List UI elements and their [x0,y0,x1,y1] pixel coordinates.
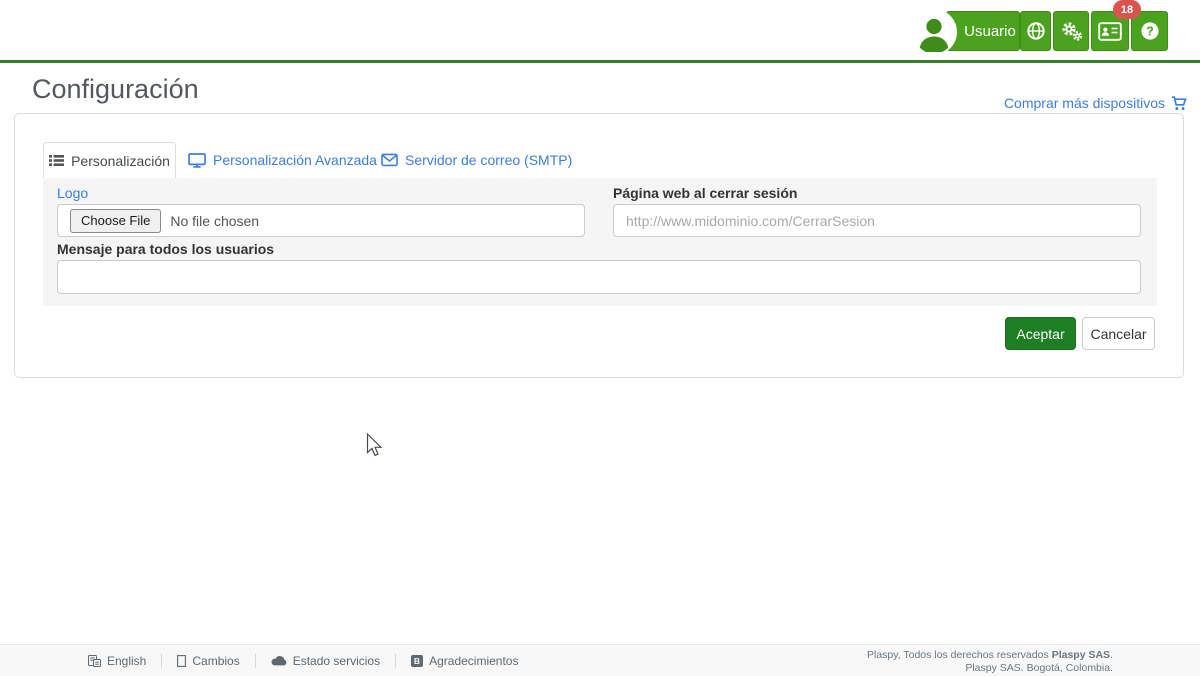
credits-badge-icon: B [411,654,424,667]
shopping-cart-icon [1171,95,1187,111]
footer-link-changes[interactable]: Cambios [177,653,240,668]
svg-text:?: ? [1146,24,1154,38]
box-glyph-icon [177,654,187,667]
notification-count: 18 [1120,3,1134,16]
tab-advanced-personalization[interactable]: Personalización Avanzada [188,142,377,178]
footer-copyright: Plaspy, Todos los derechos reservados Pla… [867,649,1113,674]
tab-personalization[interactable]: Personalización [43,142,176,178]
footer-divider [161,653,163,668]
notification-badge[interactable]: 18 [1113,0,1141,19]
id-card-icon [1098,21,1122,41]
footer-language-label: English [107,653,147,668]
logout-url-input[interactable] [613,204,1141,237]
configuration-page: Usuario ? 18 Configuración Comprar más d… [0,0,1200,676]
footer-changes-label: Cambios [192,653,240,668]
logo-file-input[interactable]: Choose File No file chosen [57,204,585,237]
cancel-label: Cancelar [1090,325,1147,342]
avatar[interactable] [911,9,957,55]
tab-smtp-server[interactable]: Servidor de correo (SMTP) [381,142,572,178]
copyright-prefix: Plaspy, Todos los derechos reservados [866,649,1049,661]
personalization-pane: Logo Choose File No file chosen Página w… [43,178,1157,306]
logo-label[interactable]: Logo [57,185,88,201]
copyright-company: Plaspy SAS [1051,649,1111,661]
buy-devices-link[interactable]: Comprar más dispositivos [1004,95,1187,111]
tab-advanced-label: Personalización Avanzada [213,152,377,168]
svg-text:B: B [414,656,420,666]
cloud-icon [271,655,287,666]
question-icon: ? [1140,21,1160,41]
list-icon [49,154,65,167]
language-icon [88,654,101,667]
envelope-icon [381,153,398,167]
settings-card: Personalización Personalización Avanzada… [14,113,1184,378]
user-menu-label: Usuario [964,22,1016,40]
user-menu-button[interactable]: Usuario [946,11,1020,51]
copyright-line2: Plaspy SAS. Bogotá, Colombia. [965,661,1113,674]
tab-smtp-label: Servidor de correo (SMTP) [405,152,573,168]
choose-file-label: Choose File [81,213,151,228]
gears-icon [1058,19,1084,43]
footer-link-service-status[interactable]: Estado servicios [271,654,380,668]
footer-links: English Cambios Estado servicios B Agrad… [88,645,518,676]
mouse-cursor [366,433,383,457]
buy-devices-label: Comprar más dispositivos [1003,95,1165,111]
accept-button[interactable]: Aceptar [1005,317,1076,350]
file-status-text: No file chosen [170,212,260,229]
cancel-button[interactable]: Cancelar [1082,317,1155,350]
footer-status-label: Estado servicios [292,653,381,668]
broadcast-message-input[interactable] [57,260,1141,294]
tab-personalization-label: Personalización [71,152,170,169]
top-header: Usuario ? 18 [0,0,1200,63]
choose-file-button[interactable]: Choose File [70,208,162,233]
globe-icon [1026,21,1046,41]
footer-divider [254,653,256,668]
broadcast-message-label: Mensaje para todos los usuarios [57,241,275,257]
settings-button[interactable] [1053,11,1089,51]
copyright-line1: Plaspy, Todos los derechos reservados Pla… [867,649,1113,662]
language-globe-button[interactable] [1020,11,1051,51]
page-title: Configuración [32,74,199,104]
user-avatar-icon [914,12,954,52]
accept-label: Aceptar [1016,325,1065,342]
footer-link-credits[interactable]: B Agradecimientos [411,654,518,668]
footer: English Cambios Estado servicios B Agrad… [0,644,1200,676]
copyright-suffix: . [1110,649,1113,661]
footer-divider [395,653,397,668]
footer-credits-label: Agradecimientos [429,653,519,668]
logout-url-label: Página web al cerrar sesión [613,185,798,201]
footer-link-language[interactable]: English [88,654,146,668]
desktop-icon [188,152,206,168]
